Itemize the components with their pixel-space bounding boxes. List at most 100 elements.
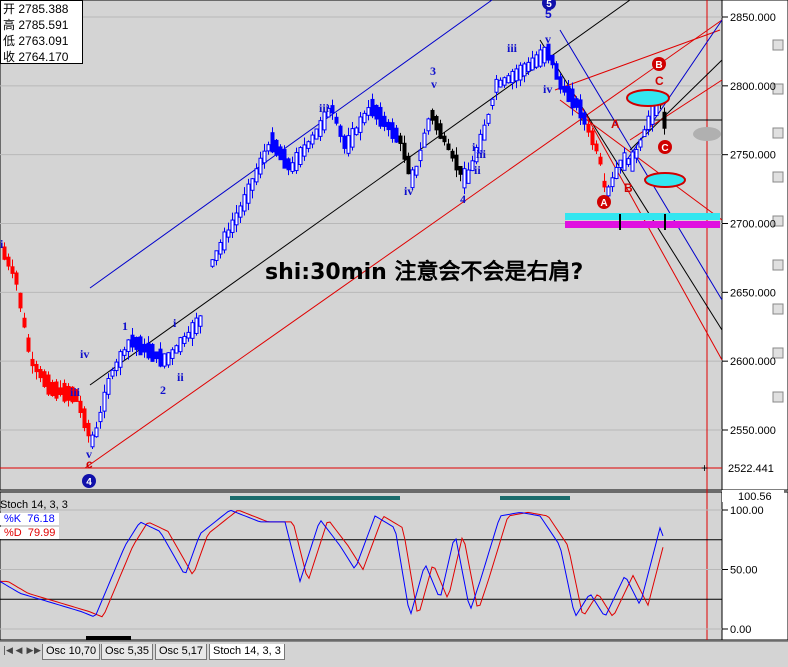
- wave-circle-text: C: [661, 143, 668, 154]
- candle-body: [610, 177, 615, 188]
- candle-body: [246, 183, 251, 204]
- high-value: 2785.591: [18, 18, 69, 32]
- crosshair-icon: +: [701, 461, 708, 475]
- candle-body: [554, 63, 559, 80]
- wave-label: 2: [160, 383, 166, 397]
- candle-body: [370, 98, 375, 117]
- candle-body: [622, 152, 627, 171]
- candle-body: [10, 266, 15, 274]
- candle-body: [398, 135, 403, 144]
- overbought-marker: [500, 496, 570, 500]
- candle-body: [122, 349, 127, 356]
- axis-scale-handle[interactable]: [772, 303, 784, 315]
- tab-osc-10-70[interactable]: Osc 10,70: [42, 644, 101, 660]
- axis-scale-handle[interactable]: [772, 259, 784, 271]
- stoch-tick-label: 100.00: [730, 505, 764, 517]
- candle-body: [218, 242, 223, 255]
- wave-label: ii: [177, 370, 184, 384]
- candle-body: [58, 387, 63, 395]
- price-panel: [0, 0, 723, 491]
- candle-body: [174, 345, 179, 354]
- candle-body: [338, 125, 343, 137]
- axis-scale-handle[interactable]: [772, 127, 784, 139]
- candle-body: [318, 120, 323, 137]
- candle-body: [626, 158, 631, 165]
- candle-body: [258, 157, 263, 175]
- candle-body: [262, 150, 267, 164]
- candle-body: [306, 141, 311, 149]
- candle-body: [78, 400, 83, 414]
- current-price-label: 2522.441: [728, 463, 774, 475]
- price-tick-label: 2750.000: [730, 150, 776, 162]
- price-tick-label: 2650.000: [730, 287, 776, 299]
- candle-body: [106, 378, 111, 395]
- candle-body: [314, 128, 319, 140]
- wave-label: iv: [543, 82, 552, 96]
- candle-body: [234, 212, 239, 226]
- candle-body: [302, 144, 307, 157]
- prev-tab-icon[interactable]: ◀: [14, 645, 24, 657]
- candle-body: [342, 135, 347, 149]
- wave-label: iii: [319, 101, 330, 115]
- candle-body: [94, 427, 99, 438]
- candle-body: [178, 337, 183, 353]
- stoch-legend: Stoch 14, 3, 3 %K 76.18 %D 79.99: [0, 499, 68, 539]
- candle-body: [518, 64, 523, 81]
- candle-body: [38, 369, 43, 379]
- candle-body: [194, 317, 199, 334]
- candle-body: [350, 128, 355, 148]
- candle-body: [22, 317, 27, 328]
- candle-body: [490, 98, 495, 106]
- wave-label: iv: [404, 184, 413, 198]
- candle-body: [210, 259, 215, 267]
- tab-osc-5-17[interactable]: Osc 5,17: [155, 644, 208, 660]
- candle-body: [506, 75, 511, 84]
- chart-window[interactable]: 2850.000 2800.000 2750.000 2700.000 2650.000…: [0, 0, 788, 667]
- tab-stoch[interactable]: Stoch 14, 3, 3: [209, 644, 285, 660]
- first-tab-icon[interactable]: |◀: [3, 645, 13, 657]
- candle-body: [82, 408, 87, 429]
- candle-body: [190, 322, 195, 339]
- tab-osc-5-35[interactable]: Osc 5,35: [101, 644, 154, 660]
- candle-body: [606, 186, 611, 197]
- candle-body: [42, 371, 47, 387]
- candle-body: [550, 54, 555, 66]
- price-axis: [721, 0, 788, 491]
- axis-scale-handle[interactable]: [772, 39, 784, 51]
- candle-body: [418, 149, 423, 162]
- candle-body: [402, 142, 407, 160]
- candle-body: [494, 78, 499, 93]
- low-row: 低 2763.091: [3, 34, 69, 48]
- candle-body: [630, 151, 635, 172]
- candle-body: [438, 123, 443, 139]
- candle-body: [634, 148, 639, 159]
- candle-body: [426, 118, 431, 132]
- stoch-k-value: 76.18: [27, 513, 55, 525]
- candle-body: [198, 315, 203, 327]
- wave-label: v: [545, 32, 551, 46]
- candle-body: [166, 352, 171, 366]
- candle-body: [226, 229, 231, 238]
- target-ellipse: [644, 172, 686, 188]
- oversold-marker: [86, 636, 131, 640]
- candle-body: [330, 105, 335, 114]
- indicator-tab-bar: |◀ ◀ ▶ ▶| Osc 10,70 Osc 5,35 Osc 5,17 St…: [0, 641, 788, 667]
- candle-body: [446, 143, 451, 151]
- candle-body: [502, 77, 507, 86]
- candle-body: [170, 349, 175, 359]
- price-chart[interactable]: 2850.000 2800.000 2750.000 2700.000 2650.000…: [0, 0, 788, 666]
- axis-scale-handle[interactable]: [772, 171, 784, 183]
- candle-body: [542, 46, 547, 64]
- target-ellipse: [626, 89, 670, 107]
- candle-body: [382, 115, 387, 127]
- candle-body: [366, 107, 371, 116]
- close-value: 2764.170: [18, 50, 69, 64]
- candle-body: [510, 70, 515, 84]
- candle-body: [522, 63, 527, 77]
- candle-body: [414, 165, 419, 176]
- candle-body: [30, 358, 35, 367]
- axis-scale-handle[interactable]: [772, 391, 784, 403]
- wave-circle-text: 5: [546, 0, 552, 10]
- price-tick-label: 2850.000: [730, 12, 776, 24]
- high-row: 高 2785.591: [3, 18, 69, 32]
